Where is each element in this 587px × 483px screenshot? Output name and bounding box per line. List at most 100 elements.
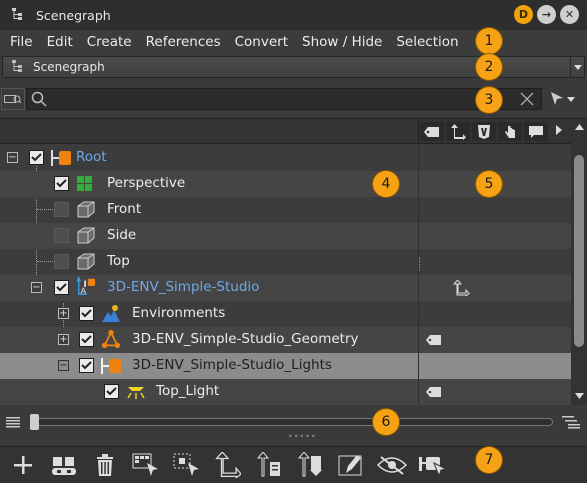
search-mode-icon[interactable] <box>1 88 25 110</box>
tree-row-front[interactable]: Front <box>0 197 571 223</box>
scenegraph-icon <box>12 60 22 72</box>
clear-icon[interactable] <box>519 91 535 107</box>
visibility-checkbox[interactable] <box>54 280 69 295</box>
scrollbar-thumb[interactable] <box>574 155 584 347</box>
tree-row-label: 3D-ENV_Simple-Studio_Lights <box>132 357 332 373</box>
callout-badge-4: 4 <box>373 171 399 197</box>
callout-badge-2: 2 <box>476 54 502 80</box>
callout-badge-5: 5 <box>476 171 502 197</box>
tree-row-root[interactable]: − Root <box>0 145 571 171</box>
move-down-icon[interactable] <box>294 450 326 480</box>
chevron-right-icon[interactable] <box>556 125 562 135</box>
tree-row-top[interactable]: Top <box>0 249 571 275</box>
close-button[interactable]: ✕ <box>560 5 579 24</box>
selection-mode-button[interactable] <box>542 88 582 110</box>
tree-row-side[interactable]: Side <box>0 223 571 249</box>
cursor-icon <box>551 92 563 105</box>
tag-icon[interactable] <box>420 122 444 141</box>
tree-row-label: Root <box>76 149 107 165</box>
edit-icon[interactable] <box>335 450 367 480</box>
tag-icon[interactable] <box>426 387 442 397</box>
search-input[interactable] <box>49 89 509 109</box>
select-tool-icon[interactable] <box>130 450 162 480</box>
tree-row-label: Environments <box>132 305 226 321</box>
chevron-down-icon <box>567 96 575 102</box>
expand-icon[interactable]: + <box>58 308 69 319</box>
scroll-up-icon[interactable] <box>575 124 584 130</box>
search-icon <box>31 91 47 107</box>
callout-badge-1: 1 <box>476 28 502 54</box>
add-icon[interactable] <box>7 450 39 480</box>
collapse-icon[interactable]: − <box>7 152 18 163</box>
move-up-icon[interactable] <box>253 450 285 480</box>
tree-row-label: 3D-ENV_Simple-Studio <box>107 279 260 295</box>
tree-row-top-light[interactable]: Top_Light <box>0 379 571 405</box>
light-icon <box>127 387 145 399</box>
ortho-camera-icon <box>77 227 95 244</box>
hide-icon[interactable] <box>376 450 408 480</box>
environment-icon <box>102 305 120 322</box>
hand-icon[interactable] <box>498 122 522 141</box>
menu-create[interactable]: Create <box>87 34 132 50</box>
transform-icon[interactable] <box>452 280 470 296</box>
comment-icon[interactable] <box>524 122 548 141</box>
column-resize-handle[interactable] <box>419 257 421 271</box>
camera-icon <box>77 176 92 191</box>
menu-show-hide[interactable]: Show / Hide <box>302 34 382 50</box>
tree-row-lights[interactable]: − 3D-ENV_Simple-Studio_Lights <box>0 353 571 379</box>
vertical-scrollbar[interactable] <box>571 119 587 405</box>
view-selector-value: Scenegraph <box>33 60 105 74</box>
visibility-checkbox[interactable] <box>29 150 44 165</box>
v-icon[interactable] <box>472 122 496 141</box>
delete-icon[interactable] <box>89 450 121 480</box>
reference-node-icon: A <box>76 276 96 295</box>
tree-row-geometry[interactable]: + 3D-ENV_Simple-Studio_Geometry <box>0 327 571 353</box>
menu-edit[interactable]: Edit <box>47 34 73 50</box>
scroll-down-icon[interactable] <box>575 393 584 399</box>
transform-icon[interactable] <box>446 122 470 141</box>
visibility-checkbox[interactable] <box>79 332 94 347</box>
collapse-icon[interactable]: − <box>31 282 42 293</box>
select-children-icon[interactable] <box>171 450 203 480</box>
tree-row-label: Perspective <box>107 175 186 191</box>
transform-icon[interactable] <box>212 450 244 480</box>
chevron-down-icon[interactable] <box>570 57 584 77</box>
pick-icon[interactable] <box>417 450 449 480</box>
tree-row-label: Top_Light <box>156 383 220 399</box>
visibility-checkbox[interactable] <box>104 384 119 399</box>
visibility-checkbox[interactable] <box>79 306 94 321</box>
resize-grip[interactable]: ••••• <box>288 432 317 441</box>
tree-row-label: Front <box>107 201 142 217</box>
visibility-checkbox[interactable] <box>54 228 69 243</box>
compact-rows-icon[interactable] <box>6 416 20 428</box>
tree-row-simple-studio[interactable]: − A 3D-ENV_Simple-Studio <box>0 275 571 301</box>
row-height-slider[interactable] <box>33 418 553 426</box>
group-node-icon <box>101 358 121 374</box>
arrow-right-button[interactable]: → <box>537 5 556 24</box>
collapse-icon[interactable]: − <box>58 360 69 371</box>
group-icon[interactable] <box>48 450 80 480</box>
ortho-camera-icon <box>77 201 95 218</box>
window-title: Scenegraph <box>36 7 111 23</box>
tree-row-label: Side <box>107 227 137 243</box>
tree-row-label: Top <box>107 253 130 269</box>
expand-icon[interactable]: + <box>58 334 69 345</box>
visibility-checkbox[interactable] <box>54 202 69 217</box>
tree-row-environments[interactable]: + Environments <box>0 301 571 327</box>
visibility-checkbox[interactable] <box>79 358 94 373</box>
tree-header <box>0 119 587 144</box>
slider-thumb[interactable] <box>30 414 39 430</box>
menu-convert[interactable]: Convert <box>235 34 288 50</box>
expanded-rows-icon[interactable] <box>562 415 580 429</box>
title-bar: Scenegraph D → ✕ <box>0 0 587 30</box>
tag-icon[interactable] <box>426 335 442 345</box>
search-field[interactable] <box>26 88 542 110</box>
visibility-checkbox[interactable] <box>54 176 69 191</box>
menu-references[interactable]: References <box>146 34 221 50</box>
callout-badge-3: 3 <box>476 87 502 113</box>
menu-file[interactable]: File <box>10 34 33 50</box>
scenegraph-tree[interactable]: − Root Perspective Front Side Top − A 3D… <box>0 118 587 405</box>
visibility-checkbox[interactable] <box>54 254 69 269</box>
menu-selection[interactable]: Selection <box>396 34 458 50</box>
d-badge-button[interactable]: D <box>514 5 533 24</box>
